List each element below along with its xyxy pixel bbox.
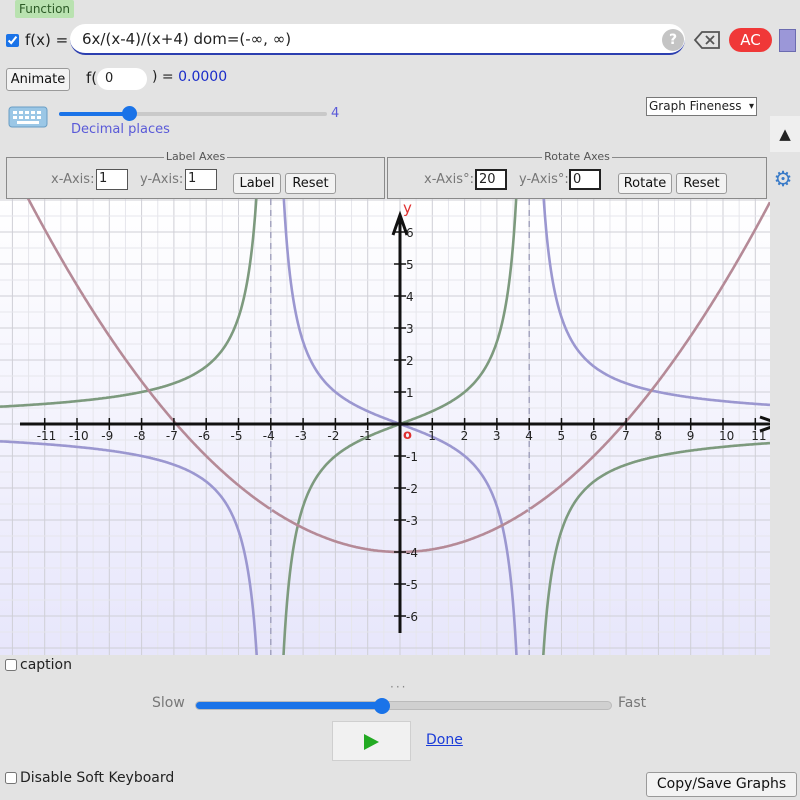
label-x-axis-input[interactable]: 1 — [96, 169, 128, 190]
decimal-places-value: 4 — [331, 106, 340, 121]
x-tick-label: -10 — [69, 429, 89, 443]
x-tick-label: 6 — [590, 429, 598, 443]
gear-icon[interactable]: ⚙ — [770, 166, 796, 192]
y-tick-label: 1 — [406, 386, 414, 400]
help-button[interactable]: ? — [662, 29, 684, 51]
y-tick-label: -4 — [406, 546, 418, 560]
label-reset-button[interactable]: Reset — [285, 173, 336, 194]
x-tick-label: -11 — [37, 429, 57, 443]
decimal-places-slider-fill — [59, 112, 129, 116]
x-tick-label: -3 — [295, 429, 307, 443]
eval-result-prefix: ) = — [152, 69, 174, 85]
label-y-axis-input[interactable]: 1 — [185, 169, 217, 190]
animation-speed-slider-fill — [196, 702, 382, 709]
label-axes-legend: Label Axes — [163, 150, 228, 163]
rotate-reset-button[interactable]: Reset — [676, 173, 727, 194]
x-tick-label: 3 — [493, 429, 501, 443]
rotate-x-axis-input[interactable]: 20 — [475, 169, 507, 190]
label-x-axis-label: x-Axis: — [51, 172, 95, 187]
clear-all-button[interactable]: AC — [729, 28, 772, 52]
resize-grip-icon[interactable]: ··· — [390, 680, 407, 694]
x-tick-label: -5 — [231, 429, 243, 443]
label-axes-group: Label Axes x-Axis: 1 y-Axis: 1 Label Res… — [6, 150, 385, 199]
eval-result-value: 0.0000 — [178, 69, 228, 85]
decimal-places-label: Decimal places — [71, 122, 170, 137]
function-label: f(x) = — [25, 31, 69, 49]
graph-canvas[interactable]: -11 -10 -9 -8 -7 -6 -5 -4 -3 -2 -1 1 2 3 4 5 6 7 8 9 10 11 -6-… — [0, 125, 795, 723]
x-tick-label: 2 — [461, 429, 469, 443]
x-tick-label: -8 — [134, 429, 146, 443]
caption-checkbox[interactable] — [5, 659, 17, 671]
decimal-places-slider-handle[interactable] — [122, 106, 137, 121]
expression-input[interactable]: 6x/(x-4)/(x+4) dom=(-∞, ∞) — [70, 24, 685, 55]
function-visible-checkbox[interactable] — [6, 34, 19, 47]
curve-color-swatch[interactable] — [779, 29, 796, 52]
y-tick-label: -6 — [406, 610, 418, 624]
eval-prefix: f( — [86, 69, 98, 87]
function-tab[interactable]: Function — [15, 0, 74, 18]
x-tick-label: -2 — [327, 429, 339, 443]
x-tick-label: 10 — [719, 429, 734, 443]
x-tick-label: 5 — [558, 429, 566, 443]
play-icon — [364, 734, 379, 750]
x-tick-label: -1 — [360, 429, 372, 443]
x-tick-label: 11 — [751, 429, 766, 443]
chevron-down-icon: ▾ — [748, 101, 754, 112]
x-tick-label: 7 — [622, 429, 630, 443]
rotate-axes-legend: Rotate Axes — [542, 150, 612, 163]
rotate-x-axis-label: x-Axis°: — [424, 172, 474, 187]
x-tick-label: 9 — [687, 429, 695, 443]
eval-x-input[interactable]: 0 — [97, 68, 147, 90]
graph-fineness-select[interactable]: Graph Fineness ▾ — [646, 97, 757, 116]
y-tick-label: -5 — [406, 578, 418, 592]
y-tick-label: 5 — [406, 258, 414, 272]
rotate-y-axis-input[interactable]: 0 — [569, 169, 601, 190]
rotate-y-axis-label: y-Axis°: — [519, 172, 569, 187]
rotate-axes-group: Rotate Axes x-Axis°: 20 y-Axis°: 0 Rotat… — [387, 150, 767, 199]
collapse-up-icon[interactable]: ▲ — [770, 116, 800, 152]
animation-speed-slider-handle[interactable] — [374, 698, 390, 714]
x-tick-label: 1 — [428, 429, 436, 443]
x-tick-label: 8 — [654, 429, 662, 443]
speed-slow-label: Slow — [152, 695, 185, 711]
y-tick-label: 4 — [406, 290, 414, 304]
label-button[interactable]: Label — [233, 173, 281, 194]
backspace-icon[interactable] — [693, 28, 723, 52]
y-tick-label: 6 — [406, 226, 414, 240]
origin-label: o — [403, 428, 412, 443]
keyboard-icon[interactable] — [8, 104, 48, 130]
disable-soft-keyboard-label: Disable Soft Keyboard — [20, 770, 175, 786]
x-tick-label: -9 — [101, 429, 113, 443]
y-tick-label: 2 — [406, 354, 414, 368]
animate-button[interactable]: Animate — [6, 68, 70, 91]
speed-fast-label: Fast — [618, 695, 647, 711]
play-button[interactable] — [332, 721, 411, 761]
disable-soft-keyboard-checkbox[interactable] — [5, 772, 17, 784]
y-tick-label: -2 — [406, 482, 418, 496]
y-tick-label: 3 — [406, 322, 414, 336]
x-tick-label: -4 — [263, 429, 275, 443]
label-y-axis-label: y-Axis: — [140, 172, 184, 187]
graph-fineness-value: Graph Fineness — [649, 99, 742, 113]
copy-save-graphs-button[interactable]: Copy/Save Graphs — [646, 772, 797, 797]
caption-label: caption — [20, 657, 72, 673]
x-tick-label: -7 — [166, 429, 178, 443]
done-link[interactable]: Done — [426, 732, 463, 748]
y-tick-label: -3 — [406, 514, 418, 528]
rotate-button[interactable]: Rotate — [618, 173, 672, 194]
y-axis-label: y — [403, 199, 412, 217]
x-tick-label: 4 — [525, 429, 533, 443]
x-tick-label: -6 — [198, 429, 210, 443]
graph-background — [0, 199, 770, 655]
eval-result: ) = 0.0000 — [152, 69, 227, 85]
y-tick-label: -1 — [406, 450, 418, 464]
